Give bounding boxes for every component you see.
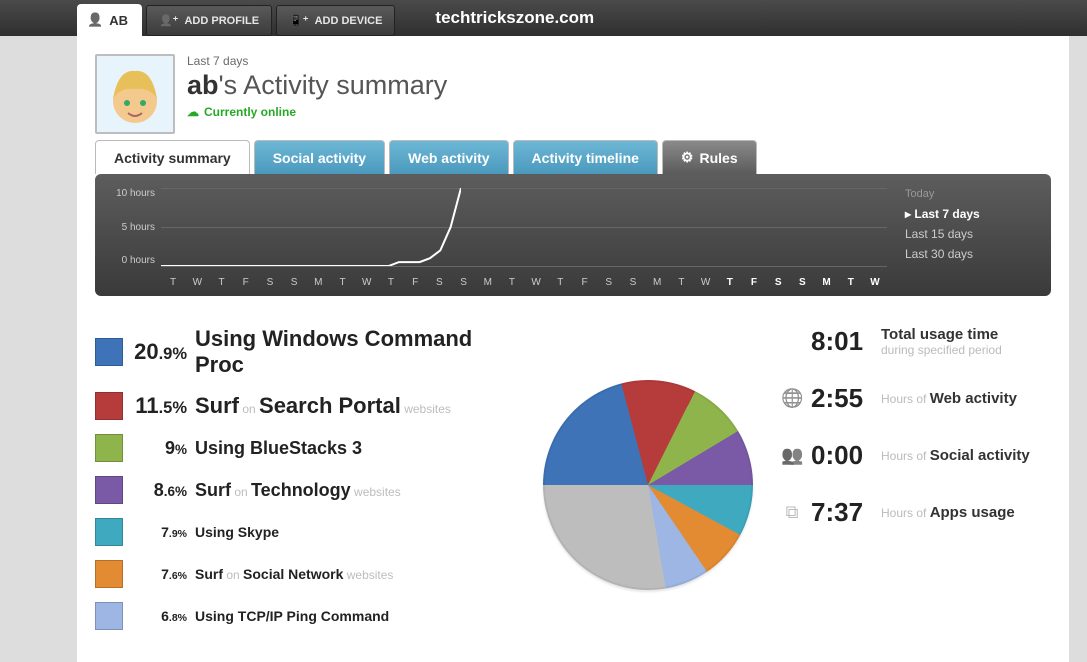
globe-icon <box>781 388 803 409</box>
timeline-panel: 10 hours 5 hours 0 hours TWTFSSMTWTFSSMT… <box>95 174 1051 296</box>
brand-label: techtrickszone.com <box>435 8 594 36</box>
avatar-cartoon-icon <box>100 59 170 129</box>
tab-activity-summary[interactable]: Activity summary <box>95 140 250 174</box>
range-last-30-days[interactable]: Last 30 days <box>905 244 1037 264</box>
activity-percent: 8.6% <box>123 480 195 501</box>
activity-row[interactable]: 8.6%Surf on Technology websites <box>95 476 515 504</box>
range-last-7-days[interactable]: Last 7 days <box>905 204 1037 224</box>
activity-desc: Surf on Search Portal websites <box>195 393 515 419</box>
activity-desc: Surf on Technology websites <box>195 480 515 501</box>
color-swatch <box>95 434 123 462</box>
add-profile-label: ADD PROFILE <box>184 15 259 27</box>
cloud-icon <box>187 105 199 119</box>
timeline-line-chart <box>161 188 461 266</box>
activity-percent: 11.5% <box>123 393 195 419</box>
stat-total-value: 8:01 <box>811 326 873 357</box>
activity-row[interactable]: 20.9%Using Windows Command Proc <box>95 326 515 378</box>
color-swatch <box>95 560 123 588</box>
add-device-label: ADD DEVICE <box>315 15 383 27</box>
activity-percent: 9% <box>123 438 195 459</box>
avatar[interactable] <box>95 54 175 134</box>
profile-tab-ab[interactable]: AB <box>77 4 142 36</box>
activity-row[interactable]: 9%Using BlueStacks 3 <box>95 434 515 462</box>
color-swatch <box>95 602 123 630</box>
color-swatch <box>95 476 123 504</box>
activity-percent: 7.9% <box>123 524 195 540</box>
activity-row[interactable]: 6.8%Using TCP/IP Ping Command <box>95 602 515 630</box>
title-suffix: 's Activity summary <box>219 70 448 100</box>
activity-row[interactable]: 7.9%Using Skype <box>95 518 515 546</box>
add-device-button[interactable]: ADD DEVICE <box>276 5 395 36</box>
timeline-y-labels: 10 hours 5 hours 0 hours <box>109 188 155 266</box>
activity-percent: 20.9% <box>123 339 195 365</box>
tab-activity-timeline[interactable]: Activity timeline <box>513 140 658 174</box>
add-profile-button[interactable]: ADD PROFILE <box>146 5 272 36</box>
section-tabs: Activity summary Social activity Web act… <box>95 140 1069 174</box>
stats-column: 8:01 Total usage timeduring specified pe… <box>781 326 1051 644</box>
activity-row[interactable]: 7.6%Surf on Social Network websites <box>95 560 515 588</box>
range-today[interactable]: Today <box>905 188 1037 200</box>
stat-social-value: 0:00 <box>811 440 873 471</box>
period-label: Last 7 days <box>187 54 447 68</box>
stat-apps-usage: 7:37 Hours of Apps usage <box>781 497 1051 528</box>
activity-desc: Using Skype <box>195 524 515 540</box>
page-title: ab's Activity summary <box>187 70 447 101</box>
color-swatch <box>95 392 123 420</box>
activity-desc: Using TCP/IP Ping Command <box>195 608 515 624</box>
apps-icon <box>781 502 803 523</box>
add-person-icon <box>159 14 179 27</box>
tab-social-activity[interactable]: Social activity <box>254 140 385 174</box>
activity-row[interactable]: 11.5%Surf on Search Portal websites <box>95 392 515 420</box>
range-last-15-days[interactable]: Last 15 days <box>905 224 1037 244</box>
timeline-x-axis: TWTFSSMTWTFSSMTWTFSSMTWTFSSMTW <box>161 277 887 288</box>
stat-total-usage: 8:01 Total usage timeduring specified pe… <box>781 326 1051 357</box>
profile-name: ab <box>187 70 219 100</box>
people-icon <box>781 445 803 466</box>
profile-tab-label: AB <box>109 13 128 28</box>
tab-web-activity[interactable]: Web activity <box>389 140 508 174</box>
header: Last 7 days ab's Activity summary Curren… <box>77 36 1069 134</box>
activity-percent: 7.6% <box>123 566 195 582</box>
activity-desc: Using Windows Command Proc <box>195 326 515 378</box>
stat-apps-value: 7:37 <box>811 497 873 528</box>
activity-pie-chart <box>543 380 753 590</box>
add-device-icon <box>289 14 309 27</box>
online-text: Currently online <box>204 105 296 119</box>
tab-rules[interactable]: Rules <box>662 140 757 174</box>
stat-web-activity: 2:55 Hours of Web activity <box>781 383 1051 414</box>
online-status: Currently online <box>187 105 447 119</box>
activity-list: 20.9%Using Windows Command Proc11.5%Surf… <box>95 326 515 644</box>
stat-social-activity: 0:00 Hours of Social activity <box>781 440 1051 471</box>
activity-desc: Using BlueStacks 3 <box>195 438 515 459</box>
stat-web-value: 2:55 <box>811 383 873 414</box>
color-swatch <box>95 338 123 366</box>
content-row: 20.9%Using Windows Command Proc11.5%Surf… <box>77 296 1069 662</box>
person-icon <box>87 12 103 28</box>
color-swatch <box>95 518 123 546</box>
activity-percent: 6.8% <box>123 608 195 624</box>
top-bar: AB ADD PROFILE ADD DEVICE techtrickszone… <box>0 0 1087 36</box>
range-selector: Today Last 7 days Last 15 days Last 30 d… <box>887 188 1037 288</box>
page-card: Last 7 days ab's Activity summary Curren… <box>77 36 1069 662</box>
activity-desc: Surf on Social Network websites <box>195 566 515 582</box>
